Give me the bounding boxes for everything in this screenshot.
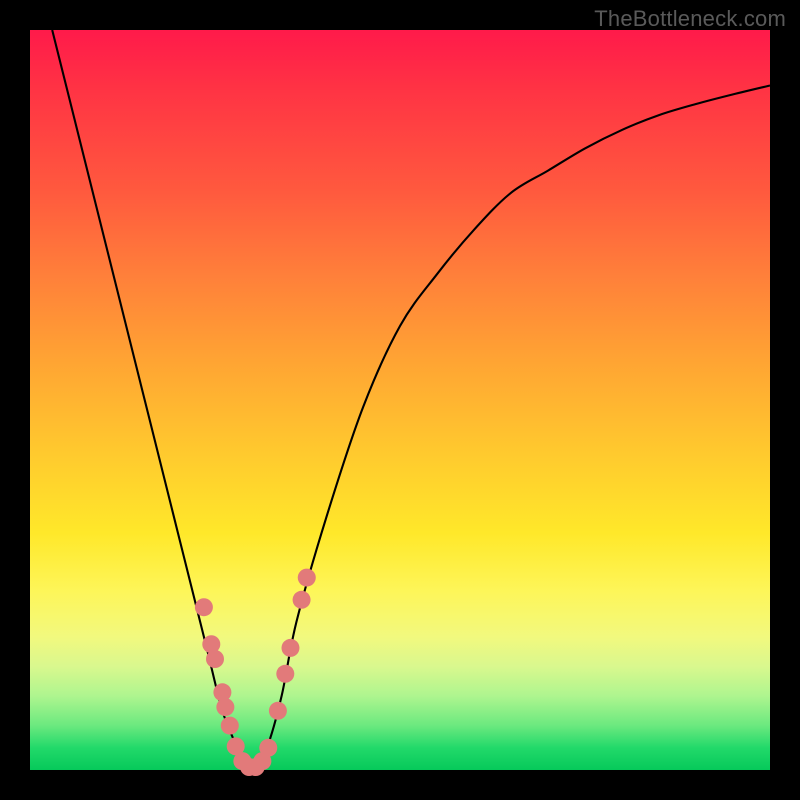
highlight-dot (276, 665, 294, 683)
highlight-dot (213, 683, 231, 701)
chart-svg (30, 30, 770, 770)
highlight-dot (293, 591, 311, 609)
chart-plot-area (30, 30, 770, 770)
highlight-dot (221, 717, 239, 735)
highlight-dot (206, 650, 224, 668)
highlight-dot (259, 739, 277, 757)
highlight-dot (269, 702, 287, 720)
bottleneck-curve (52, 30, 770, 771)
highlight-dot (281, 639, 299, 657)
highlight-dot (216, 698, 234, 716)
highlight-dot (298, 569, 316, 587)
watermark-text: TheBottleneck.com (594, 6, 786, 32)
highlight-dot (195, 598, 213, 616)
